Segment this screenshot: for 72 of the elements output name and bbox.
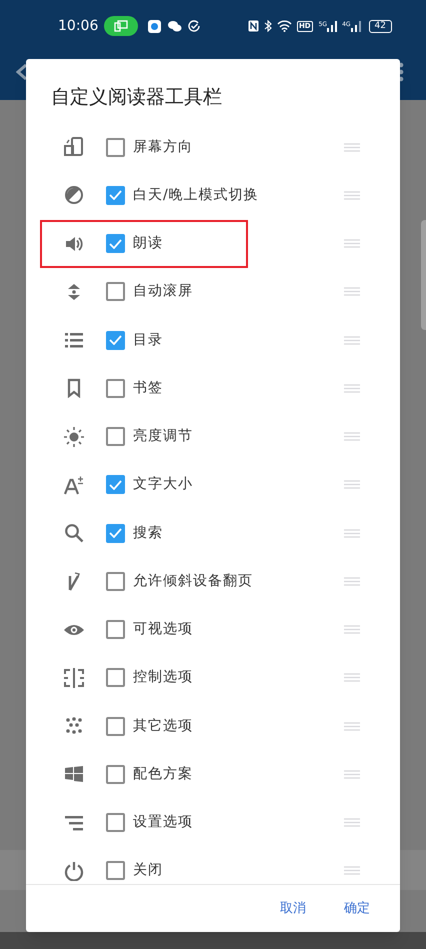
dialog-button[interactable]: 取消 xyxy=(278,898,308,918)
checkbox[interactable] xyxy=(106,524,125,543)
checkbox[interactable] xyxy=(106,620,125,640)
signal-icon xyxy=(350,20,361,32)
checkbox[interactable] xyxy=(106,475,125,494)
checkbox[interactable] xyxy=(106,813,125,832)
option-label: 搜索 xyxy=(133,524,163,543)
option-label: 关闭 xyxy=(133,861,163,880)
checkbox[interactable] xyxy=(106,716,125,736)
option-label: 可视选项 xyxy=(133,620,193,640)
option-label: 亮度调节 xyxy=(133,427,193,446)
checkbox[interactable] xyxy=(106,234,125,254)
drag-handle-icon[interactable] xyxy=(344,576,360,586)
drag-handle-icon[interactable] xyxy=(344,528,360,538)
option-label: 设置选项 xyxy=(133,813,193,832)
list-icon xyxy=(64,330,84,350)
option-label: 屏幕方向 xyxy=(133,138,193,157)
dots-icon xyxy=(64,716,84,736)
status-time: 10:06 xyxy=(58,16,98,36)
checkbox[interactable] xyxy=(106,572,125,591)
drag-handle-icon[interactable] xyxy=(344,384,360,393)
option-label: 书签 xyxy=(133,378,163,398)
rotate-device-icon xyxy=(64,137,84,158)
sun-icon xyxy=(64,426,84,447)
drag-handle-icon[interactable] xyxy=(344,190,360,200)
chat-icon xyxy=(167,20,182,32)
text-size-icon xyxy=(64,474,84,495)
checkbox[interactable] xyxy=(106,330,125,350)
app-icon xyxy=(148,20,162,32)
nfc-icon xyxy=(248,20,259,32)
dialog-title: 自定义阅读器工具栏 xyxy=(51,85,222,110)
drag-handle-icon[interactable] xyxy=(344,722,360,731)
checkbox[interactable] xyxy=(106,138,125,157)
wifi-icon xyxy=(276,20,292,32)
bluetooth-icon xyxy=(264,20,272,32)
drag-handle-icon[interactable] xyxy=(344,287,360,296)
signal-icon xyxy=(327,20,338,32)
drag-handle-icon[interactable] xyxy=(344,432,360,442)
drag-handle-icon[interactable] xyxy=(344,142,360,152)
checkbox[interactable] xyxy=(106,861,125,880)
dialog-button[interactable]: 确定 xyxy=(342,898,372,918)
drag-handle-icon[interactable] xyxy=(344,480,360,490)
check-circle-icon xyxy=(188,20,200,32)
drag-handle-icon[interactable] xyxy=(344,770,360,779)
checkbox[interactable] xyxy=(106,186,125,205)
drag-handle-icon[interactable] xyxy=(344,625,360,634)
drag-handle-icon[interactable] xyxy=(344,866,360,876)
search-icon xyxy=(64,523,84,544)
option-label: 白天/晚上模式切换 xyxy=(133,186,259,205)
power-icon xyxy=(64,860,84,881)
option-label: 允许倾斜设备翻页 xyxy=(133,572,253,591)
checkbox[interactable] xyxy=(106,764,125,784)
option-label: 目录 xyxy=(133,330,163,350)
drag-handle-icon[interactable] xyxy=(344,818,360,828)
checkbox[interactable] xyxy=(106,378,125,398)
checkbox[interactable] xyxy=(106,427,125,446)
windows-icon xyxy=(64,764,84,784)
checkbox[interactable] xyxy=(106,668,125,688)
checkbox[interactable] xyxy=(106,282,125,302)
cast-icon xyxy=(104,16,138,36)
option-label: 其它选项 xyxy=(133,716,193,736)
drag-handle-icon[interactable] xyxy=(344,336,360,345)
drag-handle-icon[interactable] xyxy=(344,239,360,248)
option-label: 朗读 xyxy=(133,234,163,254)
option-label: 配色方案 xyxy=(133,764,193,784)
crosshair-icon xyxy=(64,668,84,688)
drag-handle-icon[interactable] xyxy=(344,673,360,682)
option-label: 文字大小 xyxy=(133,475,193,494)
battery-indicator: 42 xyxy=(368,20,392,32)
contrast-icon xyxy=(64,185,84,206)
option-label: 自动滚屏 xyxy=(133,282,193,302)
option-label: 控制选项 xyxy=(133,668,193,688)
